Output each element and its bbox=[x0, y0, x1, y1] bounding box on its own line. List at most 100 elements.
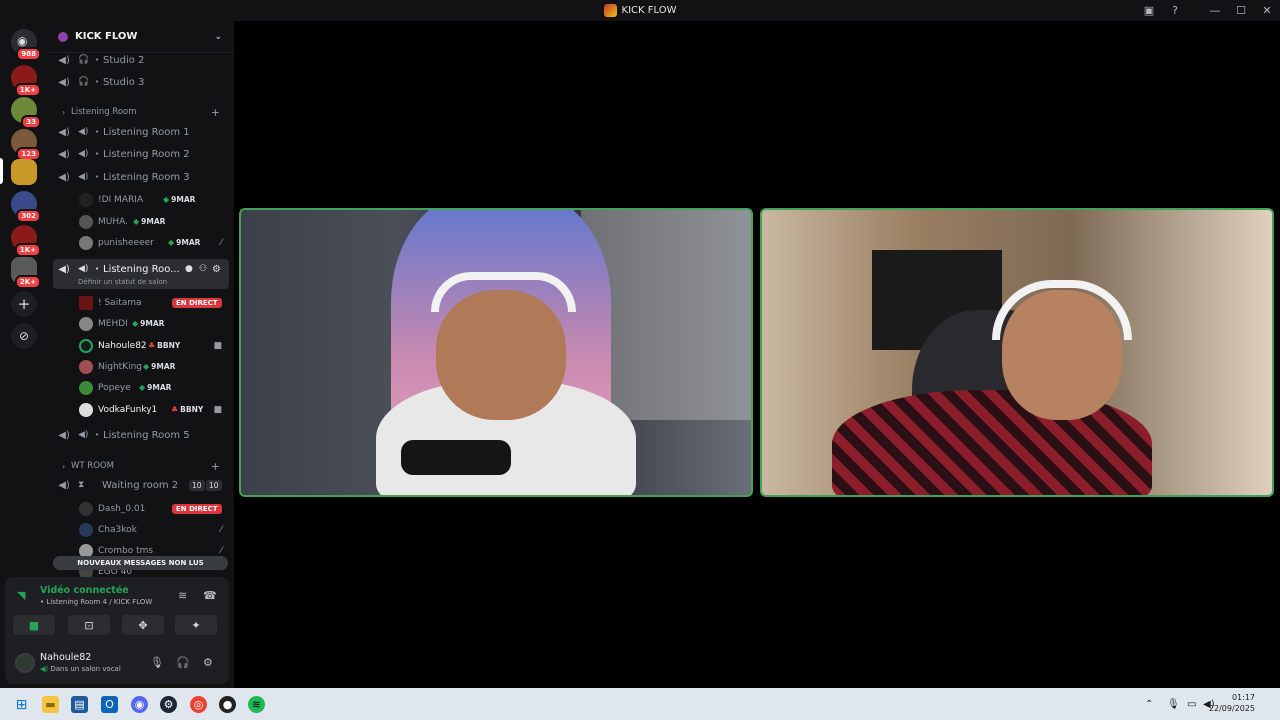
discord-icon[interactable]: ◉ bbox=[131, 696, 148, 713]
voice-user[interactable]: Dash_0.01 EN DIRECT bbox=[48, 498, 234, 519]
voice-user[interactable]: !DI MARIA ◆ 9MAR bbox=[48, 189, 234, 210]
camera-button[interactable]: ■ bbox=[13, 615, 55, 635]
server-folder[interactable]: 2K+ bbox=[11, 257, 41, 289]
volume-icon: ◀) bbox=[78, 127, 89, 137]
volume-icon: ◀) bbox=[78, 172, 89, 182]
headset bbox=[431, 272, 576, 312]
category-label: WT ROOM bbox=[71, 461, 114, 471]
inbox-icon[interactable]: ▣ bbox=[1136, 4, 1162, 17]
signal-icon[interactable]: ◥ bbox=[17, 589, 25, 602]
file-explorer-icon[interactable]: ▬ bbox=[42, 696, 59, 713]
add-server-button[interactable]: + bbox=[11, 291, 37, 317]
avatar bbox=[79, 359, 93, 374]
avatar bbox=[79, 192, 93, 207]
channel-waiting-room-2[interactable]: ◀) ⧗ Waiting room 2 10 10 bbox=[48, 475, 234, 495]
video-tile-left[interactable] bbox=[239, 208, 753, 497]
avatar bbox=[79, 214, 93, 229]
gem-icon: ◆ bbox=[168, 238, 175, 247]
voice-status[interactable]: Vidéo connectée bbox=[40, 585, 129, 596]
live-badge: EN DIRECT bbox=[172, 503, 222, 514]
channel-listening-room-1[interactable]: ◀) ◀) • Listening Room 1 bbox=[48, 122, 234, 142]
channel-listening-room-4[interactable]: ◀) ◀) • Listening Roo... ● ⚇ ⚙ bbox=[48, 259, 234, 279]
microphone-icon[interactable]: 🎙 bbox=[1167, 688, 1180, 720]
channel-listening-room-3[interactable]: ◀) ◀) • Listening Room 3 bbox=[48, 167, 234, 187]
help-icon[interactable]: ? bbox=[1162, 4, 1188, 17]
chrome-icon[interactable]: ◎ bbox=[190, 696, 207, 713]
noise-suppression-icon[interactable]: ≋ bbox=[178, 589, 187, 602]
voice-user[interactable]: NightKing ◆ 9MAR bbox=[48, 356, 234, 377]
avatar bbox=[79, 338, 93, 353]
server-item[interactable]: 33 bbox=[11, 97, 41, 129]
tray-chevron-icon[interactable]: ⌃ bbox=[1145, 688, 1153, 720]
gear-icon[interactable]: ⚙ bbox=[203, 656, 213, 669]
voice-user[interactable]: MUHA. ◆ 9MAR bbox=[48, 211, 234, 232]
channel-studio-3[interactable]: ◀) 🎧 • Studio 3 bbox=[48, 72, 234, 92]
app-icon[interactable]: ● bbox=[219, 696, 236, 713]
gear-icon[interactable]: ⚙ bbox=[212, 264, 221, 275]
outlook-icon[interactable]: O bbox=[101, 696, 118, 713]
channel-listening-room-5[interactable]: ◀) ◀) • Listening Room 5 bbox=[48, 425, 234, 445]
user-name[interactable]: Nahoule82 bbox=[40, 652, 91, 663]
category-wt-room[interactable]: › WT ROOM + bbox=[48, 458, 234, 474]
notification-badge: 33 bbox=[21, 115, 41, 129]
volume-icon: ◀) bbox=[78, 430, 89, 440]
server-item[interactable]: 123 bbox=[11, 129, 41, 161]
soundboard-icon: ✦ bbox=[191, 618, 201, 632]
user-limit: 10 bbox=[206, 479, 222, 491]
voice-user[interactable]: Cha3kok ⁄ bbox=[48, 519, 234, 540]
user-avatar[interactable] bbox=[15, 653, 35, 673]
guild-header[interactable]: KICK FLOW ⌄ bbox=[48, 21, 234, 53]
activity-button[interactable]: ✥ bbox=[122, 615, 164, 635]
clock-time: 01:17 bbox=[1231, 693, 1255, 702]
close-button[interactable]: ✕ bbox=[1254, 4, 1280, 17]
voice-panel: ◥ Vidéo connectée • Listening Room 4 / K… bbox=[5, 577, 229, 684]
direct-messages-button[interactable]: ◉ 988 bbox=[11, 29, 41, 61]
maximize-button[interactable]: ☐ bbox=[1228, 4, 1254, 17]
server-item[interactable]: 1K+ bbox=[11, 225, 41, 257]
voice-user[interactable]: Nahoule82 ♣ BBNY ■ bbox=[48, 335, 234, 356]
gamepad-icon: ✥ bbox=[138, 618, 148, 632]
spotify-icon[interactable]: ≋ bbox=[248, 696, 265, 713]
headphones-icon[interactable]: 🎧 bbox=[176, 656, 190, 669]
role-tag: ◆ 9MAR bbox=[132, 319, 165, 328]
channel-listening-room-2[interactable]: ◀) ◀) • Listening Room 2 bbox=[48, 144, 234, 164]
video-tile-right[interactable] bbox=[760, 208, 1274, 497]
category-listening-room[interactable]: › Listening Room + bbox=[48, 104, 234, 120]
role-tag: ♣ BBNY bbox=[171, 405, 204, 414]
soundboard-button[interactable]: ✦ bbox=[175, 615, 217, 635]
gem-icon: ◆ bbox=[143, 362, 150, 371]
disconnect-icon[interactable]: ☎ bbox=[203, 589, 217, 602]
minimize-button[interactable]: — bbox=[1202, 4, 1228, 17]
server-item[interactable]: 302 bbox=[11, 191, 41, 223]
volume-icon: ◀) bbox=[78, 149, 89, 159]
add-channel-icon[interactable]: + bbox=[211, 106, 220, 119]
speaker-icon: ◀) bbox=[58, 171, 70, 183]
voice-user[interactable]: Popeye ◆ 9MAR bbox=[48, 377, 234, 398]
role-tag: ◆ 9MAR bbox=[143, 362, 176, 371]
channel-studio-2[interactable]: ◀) 🎧 • Studio 2 bbox=[48, 50, 234, 70]
microphone-icon[interactable]: 🎙 bbox=[150, 656, 164, 669]
store-icon[interactable]: ▤ bbox=[71, 696, 88, 713]
invite-icon[interactable]: ⚇ bbox=[199, 264, 207, 274]
voice-user[interactable]: MEHDI ◆ 9MAR bbox=[48, 313, 234, 334]
channel-status-hint[interactable]: Définir un statut de salon bbox=[78, 278, 167, 286]
server-item[interactable]: 1K+ bbox=[11, 65, 41, 97]
gem-icon: ◆ bbox=[132, 319, 139, 328]
network-icon[interactable]: ▭ bbox=[1187, 688, 1196, 720]
windows-start-icon[interactable]: ⊞ bbox=[13, 696, 30, 713]
voice-user[interactable]: ! Saitama EN DIRECT bbox=[48, 292, 234, 313]
server-item-kick-flow[interactable] bbox=[11, 159, 37, 185]
add-channel-icon[interactable]: + bbox=[211, 460, 220, 473]
screen-share-button[interactable]: ⊡ bbox=[68, 615, 110, 635]
rose-icon: ♣ bbox=[148, 341, 156, 350]
discover-button[interactable]: ⊘ bbox=[11, 323, 37, 349]
voice-user[interactable]: VodkaFunky1 ♣ BBNY ■ bbox=[48, 399, 234, 420]
voice-user[interactable]: punisheeeer ◆ 9MAR ⁄ bbox=[48, 232, 234, 253]
voice-location[interactable]: • Listening Room 4 / KICK FLOW bbox=[40, 598, 152, 606]
screen-share-icon: ⊡ bbox=[84, 618, 94, 632]
steam-icon[interactable]: ⚙ bbox=[160, 696, 177, 713]
system-clock[interactable]: 01:17 22/09/2025 bbox=[1209, 692, 1255, 714]
camera-icon: ■ bbox=[28, 618, 40, 632]
chat-icon[interactable]: ● bbox=[185, 264, 193, 274]
unread-messages-banner[interactable]: NOUVEAUX MESSAGES NON LUS bbox=[53, 556, 228, 570]
